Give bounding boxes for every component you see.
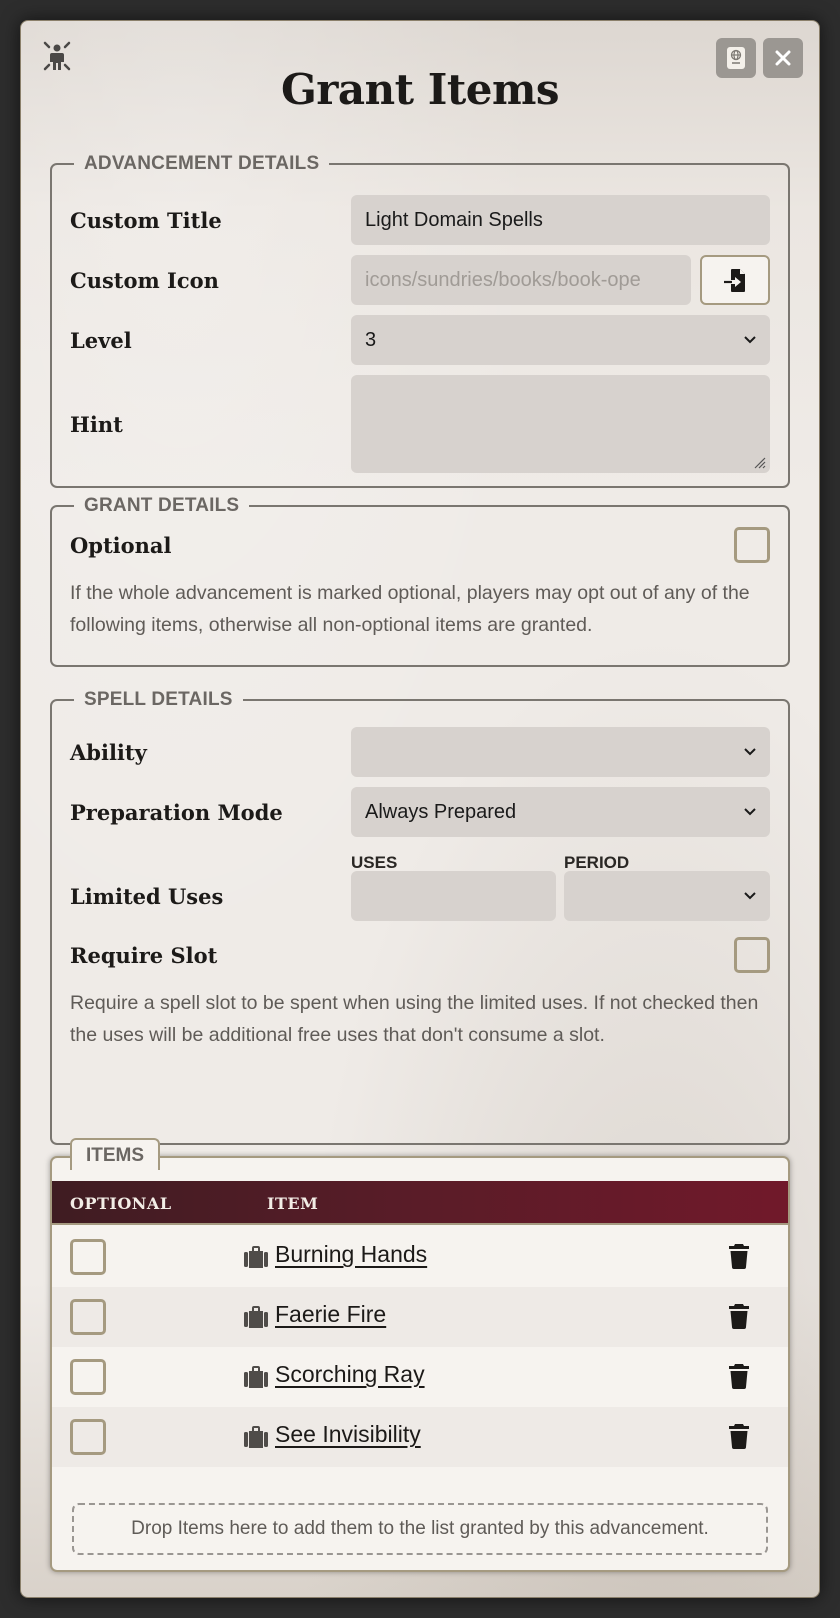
column-header-item: ITEM (267, 1194, 319, 1213)
close-icon (775, 50, 791, 66)
item-link[interactable]: Burning Hands (275, 1241, 427, 1268)
grant-details-section: GRANT DETAILS Optional If the whole adva… (50, 495, 790, 667)
level-select[interactable]: 3 (351, 315, 770, 365)
custom-icon-input[interactable]: icons/sundries/books/book-ope (351, 255, 691, 305)
item-link[interactable]: See Invisibility (275, 1421, 421, 1448)
item-row: Faerie Fire (52, 1287, 788, 1347)
optional-label: Optional (70, 532, 172, 558)
spell-details-hint: Require a spell slot to be spent when us… (70, 992, 759, 1046)
limited-uses-row: Limited Uses (70, 871, 770, 921)
uses-label: USES (351, 853, 398, 872)
custom-title-row: Custom Title Light Domain Spells (70, 195, 770, 245)
advancement-details-section: ADVANCEMENT DETAILS Custom Title Light D… (50, 153, 790, 488)
hint-label: Hint (70, 411, 123, 437)
level-value: 3 (365, 328, 377, 351)
custom-icon-row: Custom Icon icons/sundries/books/book-op… (70, 255, 770, 305)
resize-handle-icon[interactable] (752, 455, 766, 469)
hint-row: Hint (70, 375, 770, 473)
require-slot-label: Require Slot (70, 942, 218, 968)
trash-icon[interactable] (728, 1303, 750, 1329)
preparation-mode-label: Preparation Mode (70, 799, 283, 825)
ability-label: Ability (70, 739, 147, 765)
hint-textarea[interactable] (351, 375, 770, 473)
chevron-down-icon (744, 748, 756, 756)
advancement-details-legend: ADVANCEMENT DETAILS (84, 153, 320, 174)
preparation-mode-value: Always Prepared (365, 800, 517, 823)
items-tab: ITEMS (70, 1138, 160, 1170)
level-label: Level (70, 327, 132, 353)
chevron-down-icon (744, 892, 756, 900)
period-label: PERIOD (564, 853, 630, 872)
custom-title-input[interactable]: Light Domain Spells (351, 195, 770, 245)
item-link[interactable]: Faerie Fire (275, 1301, 386, 1328)
grant-details-legend: GRANT DETAILS (84, 495, 240, 516)
window-title: Grant Items (280, 65, 560, 114)
trash-icon[interactable] (728, 1363, 750, 1389)
trash-icon[interactable] (728, 1423, 750, 1449)
require-slot-row: Require Slot (70, 937, 770, 973)
suitcase-icon (244, 1366, 268, 1388)
column-header-optional: OPTIONAL (70, 1194, 172, 1213)
period-select[interactable] (564, 871, 770, 921)
custom-title-label: Custom Title (70, 207, 222, 233)
chevron-down-icon (744, 336, 756, 344)
item-dropzone[interactable]: Drop Items here to add them to the list … (72, 1503, 768, 1555)
require-slot-checkbox[interactable] (734, 937, 770, 973)
grant-items-window: Grant Items ADVANCEMENT DETAILS Custom T… (20, 20, 820, 1598)
file-import-icon (724, 269, 745, 292)
item-optional-checkbox[interactable] (70, 1359, 106, 1395)
ability-select[interactable] (351, 727, 770, 777)
suitcase-icon (244, 1246, 268, 1268)
item-optional-checkbox[interactable] (70, 1239, 106, 1275)
item-link[interactable]: Scorching Ray (275, 1361, 425, 1388)
level-row: Level 3 (70, 315, 770, 365)
items-table-header: OPTIONAL ITEM (52, 1181, 788, 1225)
item-row: See Invisibility (52, 1407, 788, 1467)
uses-input[interactable] (351, 871, 556, 921)
limited-uses-label: Limited Uses (70, 883, 224, 909)
items-panel: ITEMS OPTIONAL ITEM Burning Hands Faerie… (50, 1138, 790, 1572)
optional-checkbox[interactable] (734, 527, 770, 563)
preparation-mode-row: Preparation Mode Always Prepared (70, 787, 770, 837)
item-row: Burning Hands (52, 1227, 788, 1287)
spell-details-legend: SPELL DETAILS (84, 689, 233, 710)
suitcase-icon (244, 1426, 268, 1448)
trash-icon[interactable] (728, 1243, 750, 1269)
suitcase-icon (244, 1306, 268, 1328)
item-row: Scorching Ray (52, 1347, 788, 1407)
optional-row: Optional (70, 527, 770, 563)
preparation-mode-select[interactable]: Always Prepared (351, 787, 770, 837)
grant-details-hint: If the whole advancement is marked optio… (70, 582, 750, 636)
item-optional-checkbox[interactable] (70, 1299, 106, 1335)
chevron-down-icon (744, 808, 756, 816)
custom-icon-label: Custom Icon (70, 267, 219, 293)
item-optional-checkbox[interactable] (70, 1419, 106, 1455)
file-picker-button[interactable] (700, 255, 770, 305)
spell-details-section: SPELL DETAILS Ability Preparation Mode A… (50, 689, 790, 1145)
ability-row: Ability (70, 727, 770, 777)
